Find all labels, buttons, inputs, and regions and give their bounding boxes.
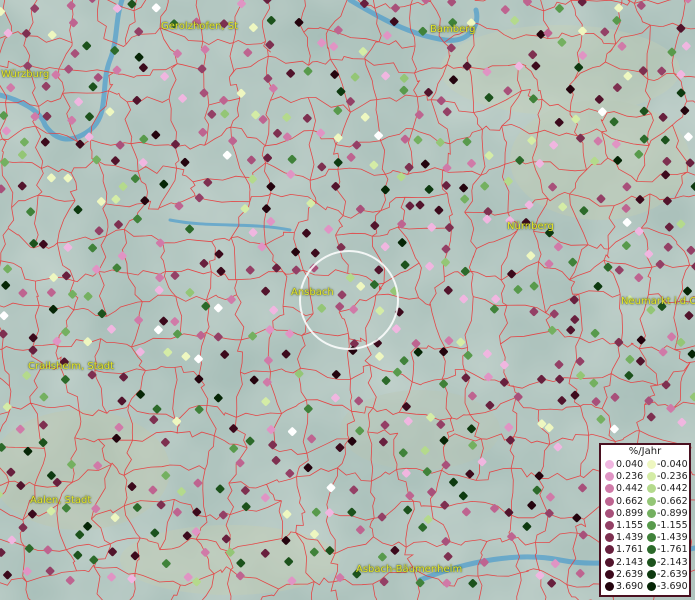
legend-swatch (647, 484, 656, 494)
legend-swatch (605, 569, 614, 579)
legend-value: 1.155 (616, 520, 644, 531)
city-label-asbach[interactable]: Asbach-Bäumenheim (356, 564, 462, 575)
legend-swatch (647, 582, 656, 591)
legend-row: 3.690 -3.690 (601, 581, 689, 592)
legend-value: -0.899 (657, 507, 688, 519)
legend-value: 0.662 (616, 495, 644, 507)
legend-value: 2.143 (616, 556, 644, 568)
legend: %/Jahr 0.040 -0.040 0.236 -0.236 0.442 -0.442… (599, 443, 691, 597)
legend-swatch (647, 472, 656, 482)
city-label-aalen[interactable]: Aalen, Stadt (30, 495, 91, 506)
legend-swatch (647, 545, 656, 555)
legend-swatch (605, 472, 614, 482)
legend-row: 1.761 -1.761 (601, 544, 689, 555)
legend-row: 0.442 -0.442 (601, 483, 689, 494)
legend-swatch (605, 557, 614, 567)
legend-value: 0.442 (616, 483, 644, 495)
city-label-bamberg[interactable]: Bamberg (430, 24, 476, 35)
legend-row: 2.143 -2.143 (601, 557, 689, 568)
legend-title: %/Jahr (628, 446, 662, 457)
map-canvas[interactable] (0, 0, 695, 600)
city-label-gerolzhofen[interactable]: Gerolzhofen, St (161, 21, 238, 32)
city-label-neumarkt[interactable]: Neumarkt i.d.O (621, 296, 695, 307)
legend-swatch (605, 496, 614, 506)
legend-value: 0.236 (616, 471, 644, 483)
legend-value: 1.439 (616, 532, 644, 544)
legend-swatch (647, 496, 656, 506)
city-label-crailsheim[interactable]: Crailsheim, Stadt (28, 361, 114, 372)
legend-value: -1.761 (657, 544, 688, 556)
legend-row: 0.899 -0.899 (601, 508, 689, 519)
legend-value: -1.439 (657, 532, 688, 544)
legend-row: 0.040 -0.040 (601, 459, 689, 470)
legend-row: 2.639 -2.639 (601, 569, 689, 580)
legend-swatch (647, 460, 656, 469)
legend-value: 2.639 (616, 568, 644, 580)
legend-value: -2.143 (657, 556, 688, 568)
legend-swatch (605, 582, 614, 591)
city-label-wuerzburg[interactable]: Würzburg (1, 69, 49, 80)
legend-swatch (647, 533, 656, 543)
legend-row: 0.662 -0.662 (601, 496, 689, 507)
legend-swatch (605, 545, 614, 555)
legend-value: -0.236 (657, 471, 688, 483)
legend-swatch (647, 569, 656, 579)
legend-value: 1.761 (616, 544, 644, 556)
legend-swatch (647, 521, 656, 530)
legend-value: 3.690 (616, 581, 644, 592)
legend-value: -0.040 (657, 459, 688, 470)
legend-swatch (605, 460, 614, 469)
legend-value: 0.899 (616, 507, 644, 519)
city-label-nuernberg[interactable]: Nürnberg (507, 221, 554, 232)
legend-value: 0.040 (616, 459, 644, 470)
legend-swatch (605, 521, 614, 530)
legend-swatch (647, 508, 656, 518)
legend-swatch (605, 484, 614, 494)
legend-row: 1.439 -1.439 (601, 532, 689, 543)
legend-swatch (605, 533, 614, 543)
legend-value: -1.155 (657, 520, 688, 531)
legend-value: -3.690 (657, 581, 688, 592)
legend-value: -0.442 (657, 483, 688, 495)
legend-swatch (647, 557, 656, 567)
legend-value: -0.662 (657, 495, 688, 507)
legend-row: 1.155 -1.155 (601, 520, 689, 531)
legend-value: -2.639 (657, 568, 688, 580)
city-label-ansbach[interactable]: Ansbach (291, 287, 334, 298)
legend-row: 0.236 -0.236 (601, 471, 689, 482)
legend-swatch (605, 508, 614, 518)
